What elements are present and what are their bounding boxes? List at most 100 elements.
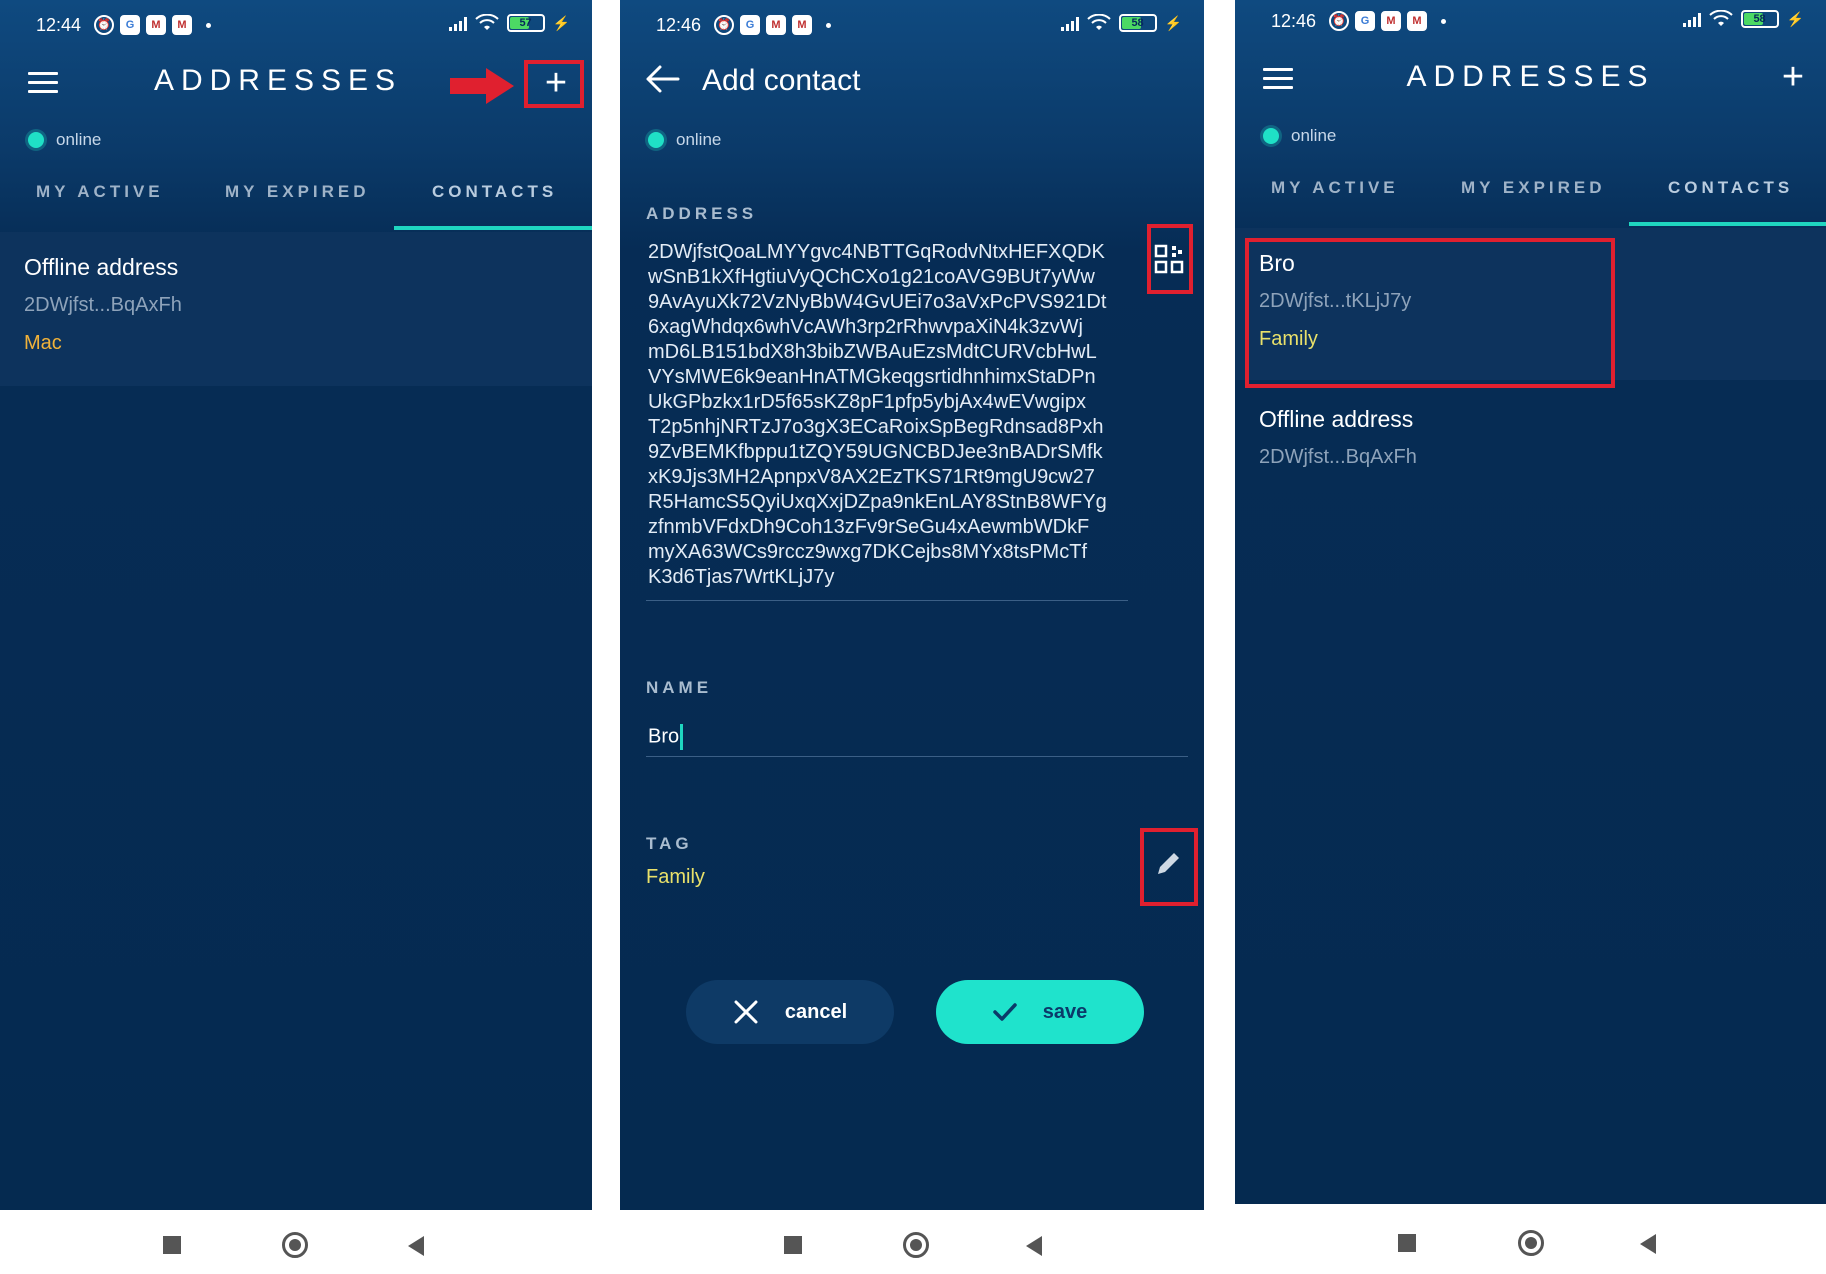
address-line: VYsMWE6k9eanHnATMGkeqgsrtidhnhimxStaDPn [648, 366, 1096, 388]
system-navbar [1235, 1204, 1826, 1274]
home-button[interactable] [1518, 1230, 1544, 1256]
status-time: 12:46 [1271, 11, 1317, 31]
address-line: 6xagWhdqx6whVcAWh3rp2rRhwvpaXiN4k3zvWj [648, 316, 1083, 338]
name-input-value: Bro [648, 725, 680, 748]
signal-icon [1682, 11, 1701, 27]
address-field[interactable]: 2DWjfstQoaLMYYgvc4NBTTGqRodvNtxHEFXQDK wS… [648, 240, 1128, 590]
name-label: NAME [646, 678, 713, 697]
more-notifications-icon [206, 22, 211, 28]
back-button[interactable] [408, 1236, 424, 1256]
home-button[interactable] [282, 1232, 308, 1258]
connection-status: online [28, 130, 101, 150]
save-button[interactable]: save [936, 980, 1144, 1044]
address-label: ADDRESS [646, 204, 758, 223]
google-icon: G [740, 15, 760, 35]
gmail-icon: M [792, 15, 812, 35]
contact-address: 2DWjfst...BqAxFh [24, 294, 182, 316]
highlight-box [1245, 238, 1615, 388]
charging-icon: ⚡ [1786, 10, 1804, 27]
system-icons: 58 ⚡ [1682, 9, 1804, 28]
tab-my-expired[interactable]: MY EXPIRED [1461, 178, 1606, 198]
active-tab-indicator [394, 226, 592, 230]
system-navbar [620, 1210, 1204, 1274]
system-navbar [0, 1210, 592, 1274]
active-tab-indicator [1629, 222, 1826, 226]
highlight-box [1147, 224, 1193, 294]
battery-icon: 58 [1740, 10, 1779, 28]
address-line: K3d6Tjas7WrtKLjJ7y [648, 566, 835, 588]
tag-value: Family [646, 866, 705, 888]
tab-my-active[interactable]: MY ACTIVE [1271, 178, 1399, 198]
tab-bar: MY ACTIVE MY EXPIRED CONTACTS [1235, 164, 1826, 228]
recents-button[interactable] [163, 1236, 181, 1254]
system-icons: 58 ⚡ [1060, 13, 1182, 32]
status-bar: 12:46 ⏰ G M M 58 ⚡ [1235, 0, 1826, 50]
notification-icons: ⏰ G M M [714, 15, 831, 35]
battery-icon: 57 [506, 14, 545, 32]
close-icon [734, 1000, 758, 1024]
screen: 12:46 ⏰ G M M 58 ⚡ Add contact online AD… [620, 0, 1204, 1210]
back-button[interactable] [1640, 1234, 1656, 1254]
red-arrow-icon [450, 68, 514, 104]
address-line: 9AvAyuXk72VzNyBbW4GvUEi7o3aVxPcPVS921Dt [648, 291, 1107, 313]
google-icon: G [120, 15, 140, 35]
battery-icon: 58 [1118, 14, 1157, 32]
status-time: 12:44 [36, 15, 82, 35]
cancel-label: cancel [784, 1000, 848, 1023]
back-arrow-icon[interactable] [644, 64, 680, 94]
home-button[interactable] [903, 1232, 929, 1258]
tab-bar: MY ACTIVE MY EXPIRED CONTACTS [0, 168, 592, 232]
status-text: online [1291, 126, 1337, 145]
address-line: wSnB1kXfHgtiuVyQChCXo1g21coAVG9BUt7yWw [648, 266, 1095, 288]
tab-contacts[interactable]: CONTACTS [1668, 178, 1793, 198]
contact-row[interactable]: Offline address 2DWjfst...BqAxFh [1235, 392, 1826, 502]
online-indicator-icon [28, 132, 44, 148]
recents-button[interactable] [784, 1236, 802, 1254]
system-icons: 57 ⚡ [448, 13, 570, 32]
contact-row[interactable]: Offline address 2DWjfst...BqAxFh Mac [0, 232, 592, 386]
signal-icon [448, 15, 467, 31]
address-line: xK9Jjs3MH2ApnpxV8AX2EzTKS71Rt9mgU9cw27 [648, 466, 1095, 488]
address-line: UkGPbzkx1rD5f65sKZ8pF1pfp5ybjAx4wEVwgipx [648, 391, 1086, 413]
notification-icons: ⏰ G M M [1329, 11, 1446, 31]
gmail-icon: M [1407, 11, 1427, 31]
text-cursor [680, 724, 684, 750]
tag-label: TAG [646, 834, 693, 853]
status-text: online [56, 130, 102, 149]
name-underline [646, 756, 1188, 757]
tab-my-expired[interactable]: MY EXPIRED [225, 182, 370, 202]
add-contact-button[interactable]: + [1771, 58, 1815, 102]
address-line: zfnmbVFdxDh9Coh13zFv9rSeGu4xAewmbWDkF [648, 516, 1090, 538]
address-line: T2p5nhjNRTzJ7o3gX3ECaRoixSpBegRdnsad8Pxh [648, 416, 1104, 438]
plus-icon: + [1781, 56, 1805, 98]
page-title: Add contact [702, 64, 861, 97]
contact-name: Offline address [24, 254, 179, 280]
page-title: ADDRESSES [1406, 60, 1655, 93]
notification-icons: ⏰ G M M [94, 15, 211, 35]
wifi-icon [1708, 9, 1733, 28]
status-time: 12:46 [656, 15, 702, 35]
gmail-icon: M [766, 15, 786, 35]
connection-status: online [1263, 126, 1336, 146]
address-line: R5HamcS5QyiUxqXxjDZpa9nkEnLAY8StnB8WFYg [648, 491, 1107, 513]
battery-level: 58 [1131, 17, 1144, 29]
contact-address: 2DWjfst...BqAxFh [1259, 446, 1417, 468]
address-line: myXA63WCs9rccz9wxg7DKCejbs8MYx8tsPMcTf [648, 541, 1087, 563]
cancel-button[interactable]: cancel [686, 980, 894, 1044]
screen: 12:44 ⏰ G M M 57 ⚡ ADDRESSES + online MY… [0, 0, 592, 1210]
recents-button[interactable] [1398, 1234, 1416, 1252]
contact-tag: Mac [24, 332, 62, 354]
highlight-box [524, 60, 584, 108]
phone-addresses-after: 12:46 ⏰ G M M 58 ⚡ ADDRESSES + online MY… [1235, 0, 1826, 1274]
name-input[interactable]: Bro [648, 724, 684, 750]
back-button[interactable] [1026, 1236, 1042, 1256]
battery-level: 58 [1753, 13, 1766, 25]
connection-status: online [648, 130, 721, 150]
tab-contacts[interactable]: CONTACTS [432, 182, 557, 202]
gmail-icon: M [146, 15, 166, 35]
signal-icon [1060, 15, 1079, 31]
tab-my-active[interactable]: MY ACTIVE [36, 182, 164, 202]
online-indicator-icon [1263, 128, 1279, 144]
address-underline [646, 600, 1128, 601]
wifi-icon [474, 13, 499, 32]
